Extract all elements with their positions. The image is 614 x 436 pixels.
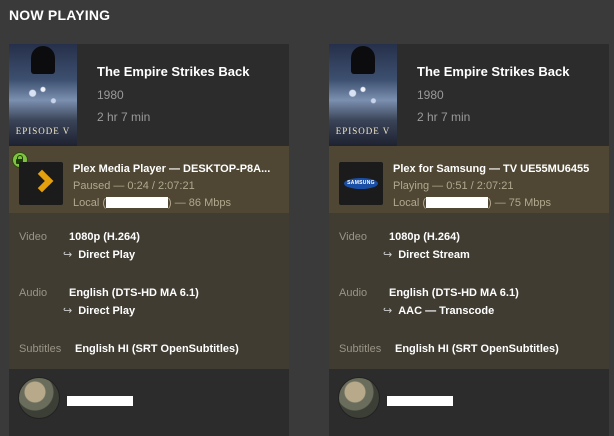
- audio-label: Audio: [339, 287, 368, 299]
- subtitles-value: English HI (SRT OpenSubtitles): [75, 343, 239, 355]
- video-decision: ↪ Direct Play: [63, 248, 135, 261]
- video-decision-text: Direct Stream: [398, 249, 470, 261]
- session-card[interactable]: EPISODE V The Empire Strikes Back 1980 2…: [329, 44, 609, 436]
- audio-decision: ↪ AAC — Transcode: [383, 304, 494, 317]
- media-header[interactable]: EPISODE V The Empire Strikes Back 1980 2…: [329, 44, 609, 146]
- network-location: Local (: [73, 197, 107, 209]
- poster-helmet-art: [351, 46, 375, 74]
- movie-year: 1980: [97, 88, 124, 102]
- video-value: 1080p (H.264): [69, 231, 140, 243]
- movie-title[interactable]: The Empire Strikes Back: [417, 64, 569, 79]
- subtitles-label: Subtitles: [339, 343, 382, 355]
- bandwidth: ) — 86 Mbps: [168, 197, 231, 209]
- player-name: Plex for Samsung — TV UE55MU6455: [393, 163, 590, 175]
- video-label: Video: [339, 231, 367, 243]
- arrow-icon: ↪: [383, 305, 393, 317]
- video-decision: ↪ Direct Stream: [383, 248, 470, 261]
- movie-duration: 2 hr 7 min: [417, 110, 471, 124]
- movie-title[interactable]: The Empire Strikes Back: [97, 64, 249, 79]
- user-avatar[interactable]: [18, 377, 60, 419]
- samsung-logo-icon: SAMSUNG: [344, 178, 378, 189]
- arrow-icon: ↪: [63, 305, 73, 317]
- player-app-icon: [19, 162, 63, 205]
- video-decision-text: Direct Play: [78, 249, 136, 261]
- redacted-ip: [426, 197, 489, 208]
- video-label: Video: [19, 231, 47, 243]
- poster-art: [337, 78, 389, 116]
- audio-decision: ↪ Direct Play: [63, 304, 135, 317]
- network-info: Local ( ) — 86 Mbps: [73, 197, 231, 209]
- playback-state: Paused — 0:24 / 2:07:21: [73, 180, 195, 192]
- subtitles-label: Subtitles: [19, 343, 62, 355]
- arrow-icon: ↪: [63, 249, 73, 261]
- movie-year: 1980: [417, 88, 444, 102]
- movie-duration: 2 hr 7 min: [97, 110, 151, 124]
- audio-decision-text: AAC — Transcode: [398, 305, 495, 317]
- network-info: Local ( ) — 75 Mbps: [393, 197, 551, 209]
- bandwidth: ) — 75 Mbps: [488, 197, 551, 209]
- redacted-username[interactable]: [67, 396, 133, 406]
- user-info[interactable]: [329, 369, 609, 436]
- poster-art: [17, 78, 69, 116]
- audio-label: Audio: [19, 287, 48, 299]
- session-card[interactable]: EPISODE V The Empire Strikes Back 1980 2…: [9, 44, 289, 436]
- media-header[interactable]: EPISODE V The Empire Strikes Back 1980 2…: [9, 44, 289, 146]
- redacted-username[interactable]: [387, 396, 453, 406]
- player-info: Plex Media Player — DESKTOP-P8A... Pause…: [9, 146, 289, 213]
- arrow-icon: ↪: [383, 249, 393, 261]
- user-info[interactable]: [9, 369, 289, 436]
- poster-text: EPISODE V: [335, 126, 391, 136]
- audio-decision-text: Direct Play: [78, 305, 136, 317]
- player-name: Plex Media Player — DESKTOP-P8A...: [73, 163, 271, 175]
- user-avatar[interactable]: [338, 377, 380, 419]
- movie-poster[interactable]: EPISODE V: [9, 44, 77, 146]
- audio-value: English (DTS-HD MA 6.1): [69, 287, 199, 299]
- poster-text: EPISODE V: [15, 126, 71, 136]
- subtitles-value: English HI (SRT OpenSubtitles): [395, 343, 559, 355]
- network-location: Local (: [393, 197, 427, 209]
- poster-helmet-art: [31, 46, 55, 74]
- playback-state: Playing — 0:51 / 2:07:21: [393, 180, 514, 192]
- audio-value: English (DTS-HD MA 6.1): [389, 287, 519, 299]
- redacted-ip: [106, 197, 169, 208]
- player-info: SAMSUNG Plex for Samsung — TV UE55MU6455…: [329, 146, 609, 213]
- stream-details: Video 1080p (H.264) ↪ Direct Stream Audio…: [329, 213, 609, 369]
- player-app-icon: SAMSUNG: [339, 162, 383, 205]
- plex-chevron-icon: [30, 169, 54, 193]
- now-playing-title: NOW PLAYING: [9, 7, 111, 23]
- movie-poster[interactable]: EPISODE V: [329, 44, 397, 146]
- video-value: 1080p (H.264): [389, 231, 460, 243]
- stream-details: Video 1080p (H.264) ↪ Direct Play Audio E…: [9, 213, 289, 369]
